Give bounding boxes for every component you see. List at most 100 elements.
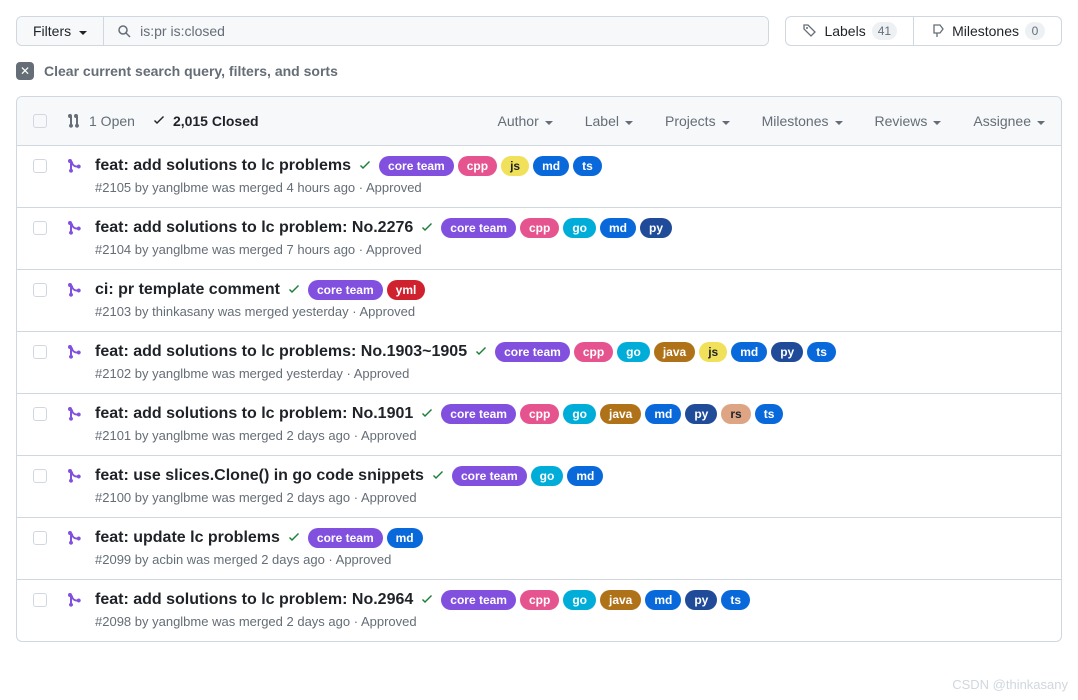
status-check-icon	[419, 592, 435, 608]
label-java[interactable]: java	[600, 590, 641, 610]
filter-projects[interactable]: Projects	[665, 113, 730, 129]
row-checkbox[interactable]	[33, 345, 47, 359]
pr-row: feat: add solutions to lc problems core t…	[17, 146, 1061, 208]
label-cpp[interactable]: cpp	[520, 590, 559, 610]
pr-title-link[interactable]: feat: add solutions to lc problem: No.19…	[95, 405, 413, 423]
label-cpp[interactable]: cpp	[520, 218, 559, 238]
pr-row: feat: use slices.Clone() in go code snip…	[17, 456, 1061, 518]
label-go[interactable]: go	[563, 590, 596, 610]
filters-label: Filters	[33, 23, 71, 39]
status-check-icon	[357, 158, 373, 174]
filter-label: Author	[497, 113, 538, 129]
label-md[interactable]: md	[645, 590, 681, 610]
label-go[interactable]: go	[531, 466, 564, 486]
pr-title-link[interactable]: feat: update lc problems	[95, 529, 280, 547]
close-icon[interactable]: ✕	[16, 62, 34, 80]
pr-row: feat: update lc problemscore teammd#2099…	[17, 518, 1061, 580]
label-core-team[interactable]: core team	[441, 590, 516, 610]
label-go[interactable]: go	[617, 342, 650, 362]
row-checkbox[interactable]	[33, 283, 47, 297]
chevron-down-icon	[1033, 115, 1045, 127]
pr-meta: #2100 by yanglbme was merged 2 days ago …	[95, 490, 1045, 505]
chevron-down-icon	[718, 115, 730, 127]
label-java[interactable]: java	[600, 404, 641, 424]
label-py[interactable]: py	[640, 218, 672, 238]
label-md[interactable]: md	[533, 156, 569, 176]
pr-row: feat: add solutions to lc problem: No.29…	[17, 580, 1061, 641]
tab-closed[interactable]: 2,015 Closed	[151, 113, 259, 129]
label-core-team[interactable]: core team	[441, 404, 516, 424]
row-checkbox[interactable]	[33, 221, 47, 235]
filter-reviews[interactable]: Reviews	[875, 113, 942, 129]
check-icon	[151, 113, 167, 129]
open-label: 1 Open	[89, 113, 135, 129]
filter-milestones[interactable]: Milestones	[762, 113, 843, 129]
label-md[interactable]: md	[567, 466, 603, 486]
watermark: CSDN @thinkasany	[952, 677, 1068, 692]
merged-icon	[67, 468, 83, 505]
label-md[interactable]: md	[731, 342, 767, 362]
label-yml[interactable]: yml	[387, 280, 426, 300]
pr-meta: #2102 by yanglbme was merged yesterday ·…	[95, 366, 1045, 381]
label-cpp[interactable]: cpp	[520, 404, 559, 424]
merged-icon	[67, 530, 83, 567]
label-core-team[interactable]: core team	[452, 466, 527, 486]
label-java[interactable]: java	[654, 342, 695, 362]
label-cpp[interactable]: cpp	[574, 342, 613, 362]
status-check-icon	[473, 344, 489, 360]
label-py[interactable]: py	[685, 590, 717, 610]
label-md[interactable]: md	[600, 218, 636, 238]
merged-icon	[67, 282, 83, 319]
row-checkbox[interactable]	[33, 159, 47, 173]
label-core-team[interactable]: core team	[308, 528, 383, 548]
pr-row: ci: pr template comment core teamyml #2103…	[17, 270, 1061, 332]
row-checkbox[interactable]	[33, 593, 47, 607]
label-cpp[interactable]: cpp	[458, 156, 497, 176]
pr-title-link[interactable]: feat: use slices.Clone() in go code snip…	[95, 467, 424, 485]
label-core-team[interactable]: core team	[495, 342, 570, 362]
label-js[interactable]: js	[501, 156, 529, 176]
milestones-label: Milestones	[952, 23, 1019, 39]
select-all-checkbox[interactable]	[33, 114, 47, 128]
label-js[interactable]: js	[699, 342, 727, 362]
milestones-button[interactable]: Milestones 0	[914, 16, 1062, 46]
label-go[interactable]: go	[563, 404, 596, 424]
filter-author[interactable]: Author	[497, 113, 552, 129]
label-py[interactable]: py	[771, 342, 803, 362]
label-core-team[interactable]: core team	[379, 156, 454, 176]
pr-row: feat: add solutions to lc problem: No.22…	[17, 208, 1061, 270]
pr-meta: #2103 by thinkasany was merged yesterday…	[95, 304, 1045, 319]
row-checkbox[interactable]	[33, 469, 47, 483]
pr-title-link[interactable]: feat: add solutions to lc problems	[95, 157, 351, 175]
pr-title-link[interactable]: feat: add solutions to lc problem: No.22…	[95, 219, 413, 237]
label-ts[interactable]: ts	[573, 156, 602, 176]
labels-button[interactable]: Labels 41	[785, 16, 914, 46]
pr-meta: #2104 by yanglbme was merged 7 hours ago…	[95, 242, 1045, 257]
merged-icon	[67, 406, 83, 443]
label-go[interactable]: go	[563, 218, 596, 238]
label-core-team[interactable]: core team	[308, 280, 383, 300]
pr-title-link[interactable]: ci: pr template comment	[95, 281, 280, 299]
pr-title-link[interactable]: feat: add solutions to lc problems: No.1…	[95, 343, 467, 361]
search-input[interactable]	[132, 18, 756, 44]
clear-search-link[interactable]: Clear current search query, filters, and…	[44, 63, 338, 79]
pr-title-link[interactable]: feat: add solutions to lc problem: No.29…	[95, 591, 413, 609]
label-ts[interactable]: ts	[807, 342, 836, 362]
filter-assignee[interactable]: Assignee	[973, 113, 1045, 129]
pr-meta: #2098 by yanglbme was merged 2 days ago …	[95, 614, 1045, 629]
row-checkbox[interactable]	[33, 407, 47, 421]
label-py[interactable]: py	[685, 404, 717, 424]
filter-label[interactable]: Label	[585, 113, 633, 129]
label-core-team[interactable]: core team	[441, 218, 516, 238]
pr-open-icon	[67, 113, 83, 129]
label-md[interactable]: md	[645, 404, 681, 424]
label-md[interactable]: md	[387, 528, 423, 548]
tag-icon	[802, 23, 818, 39]
filters-button[interactable]: Filters	[17, 17, 104, 45]
label-rs[interactable]: rs	[721, 404, 750, 424]
tab-open[interactable]: 1 Open	[67, 113, 135, 129]
label-ts[interactable]: ts	[721, 590, 750, 610]
filter-label: Projects	[665, 113, 716, 129]
row-checkbox[interactable]	[33, 531, 47, 545]
label-ts[interactable]: ts	[755, 404, 784, 424]
